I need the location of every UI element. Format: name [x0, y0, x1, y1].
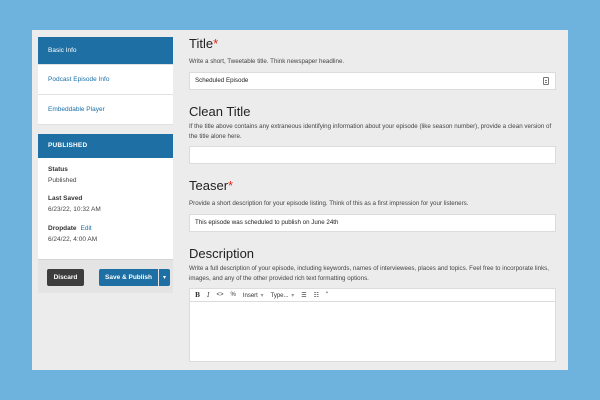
description-editor[interactable] [189, 302, 556, 362]
teaser-heading: Teaser* [189, 178, 556, 193]
insert-label: Insert [242, 292, 258, 299]
discard-button[interactable]: Discard [47, 269, 84, 286]
app-window: Basic Info Podcast Episode Info Embeddab… [32, 30, 568, 370]
dropdate-value: 6/24/22, 4:00 AM [48, 236, 98, 243]
dropdate-label: Dropdate [48, 225, 77, 232]
publish-panel: PUBLISHED Status Published Last Saved 6/… [38, 134, 173, 293]
publish-options-dropdown[interactable]: ▾ [159, 269, 170, 286]
clean-title-field: Clean Title If the title above contains … [189, 104, 556, 164]
clipboard-icon[interactable] [543, 77, 549, 85]
status-value: Published [48, 177, 77, 184]
rich-text-toolbar: B I <> % Insert ▾ Type... ▾ ☰ ☷ “ [189, 288, 556, 302]
required-mark: * [228, 178, 234, 193]
teaser-input[interactable]: This episode was scheduled to publish on… [189, 214, 556, 232]
nav-basic-info[interactable]: Basic Info [38, 37, 173, 65]
status-label: Status [48, 166, 68, 173]
type-label: Type... [270, 292, 289, 299]
action-bar: Discard Save & Publish ▾ [38, 259, 173, 293]
episode-form: Title* Write a short, Tweetable title. T… [189, 36, 556, 362]
bold-button[interactable]: B [195, 292, 200, 299]
save-publish-button[interactable]: Save & Publish [99, 269, 158, 286]
title-input-value: Scheduled Episode [195, 77, 249, 84]
dropdate-edit-link[interactable]: Edit [81, 225, 92, 232]
section-nav: Basic Info Podcast Episode Info Embeddab… [38, 37, 173, 125]
publish-details: Status Published Last Saved 6/23/22, 10:… [38, 158, 173, 251]
dropdate-row: Dropdate Edit [48, 225, 163, 232]
title-heading: Title* [189, 36, 556, 51]
clean-title-label: Clean Title [189, 104, 251, 119]
chevron-down-icon: ▾ [291, 292, 295, 299]
last-saved-value: 6/23/22, 10:32 AM [48, 206, 101, 213]
description-help-text: Write a full description of your episode… [189, 265, 549, 282]
title-label: Title [189, 36, 214, 51]
description-label: Description [189, 246, 255, 261]
teaser-field: Teaser* Provide a short description for … [189, 178, 556, 232]
nav-embeddable-player[interactable]: Embeddable Player [38, 95, 173, 125]
teaser-label: Teaser [189, 178, 229, 193]
title-help-text: Write a short, Tweetable title. Think ne… [189, 58, 345, 65]
clean-title-help-text: If the title above contains any extraneo… [189, 123, 552, 140]
title-input[interactable]: Scheduled Episode [189, 72, 556, 90]
clean-title-input[interactable] [189, 146, 556, 164]
insert-dropdown[interactable]: Insert ▾ [243, 292, 264, 299]
code-icon[interactable]: <> [216, 292, 223, 298]
blockquote-icon[interactable]: “ [326, 292, 328, 298]
italic-button[interactable]: I [207, 292, 209, 299]
title-field: Title* Write a short, Tweetable title. T… [189, 36, 556, 90]
description-field: Description Write a full description of … [189, 246, 556, 362]
bullet-list-icon[interactable]: ☰ [301, 292, 306, 299]
chevron-down-icon: ▾ [260, 292, 264, 299]
link-icon[interactable]: % [230, 292, 235, 298]
last-saved-label: Last Saved [48, 195, 83, 202]
type-dropdown[interactable]: Type... ▾ [271, 292, 295, 299]
teaser-help-text: Provide a short description for your epi… [189, 200, 469, 207]
required-mark: * [213, 36, 219, 51]
numbered-list-icon[interactable]: ☷ [314, 292, 319, 299]
publish-status-header: PUBLISHED [38, 134, 173, 158]
nav-podcast-episode-info[interactable]: Podcast Episode Info [38, 65, 173, 95]
sidebar: Basic Info Podcast Episode Info Embeddab… [38, 37, 173, 293]
